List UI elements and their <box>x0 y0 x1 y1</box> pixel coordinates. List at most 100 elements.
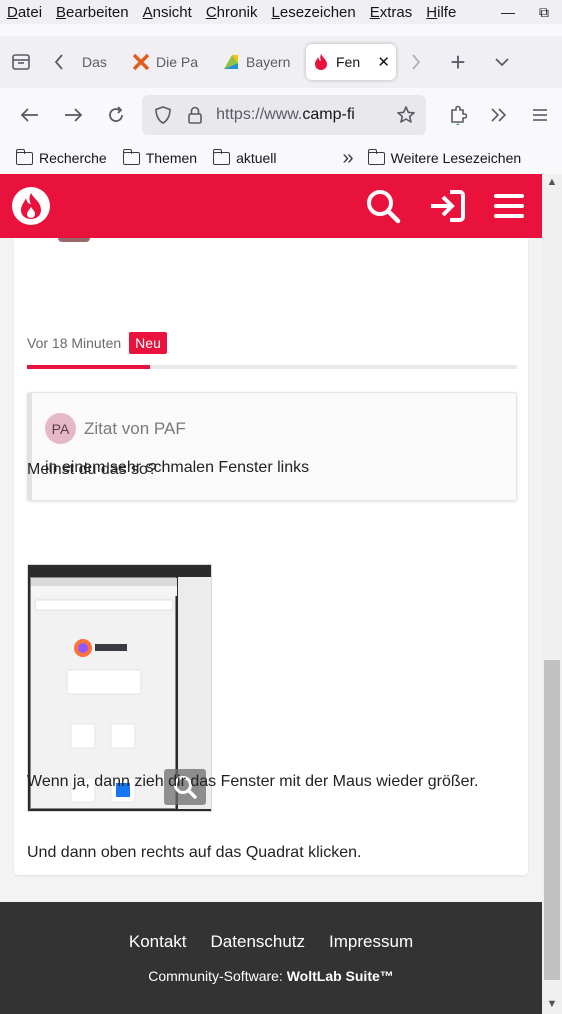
bookmark-label: Weitere Lesezeichen <box>390 150 522 166</box>
menu-bearbeiten[interactable]: Bearbeiten <box>49 4 129 21</box>
tab-bayern-title: Bayern <box>246 54 291 70</box>
post-paragraph: Wenn ja, dann zieh dir das Fenster mit d… <box>27 773 479 790</box>
list-all-tabs-button[interactable] <box>480 44 524 80</box>
folder-icon <box>122 148 140 165</box>
post-timestamp[interactable]: Vor 18 Minuten <box>27 335 121 351</box>
bayern-icon <box>222 53 240 71</box>
folder-icon <box>16 148 33 165</box>
url-bar[interactable]: https://www.camp-fi <box>142 95 409 135</box>
credit-prefix: Community-Software: <box>148 968 287 984</box>
scroll-up-arrow-icon[interactable]: ▲ <box>542 176 562 188</box>
post-card: Vor 18 Minuten Neu PA Zitat von PAF in e… <box>14 238 528 875</box>
site-search-button[interactable] <box>364 188 402 224</box>
bookmarks-toolbar: Recherche Themen aktuell » Weitere Lesez… <box>0 142 562 174</box>
footer-link-datenschutz[interactable]: Datenschutz <box>211 932 306 952</box>
back-button[interactable] <box>8 95 51 135</box>
new-tab-button[interactable]: + <box>436 44 480 80</box>
folder-icon <box>367 148 385 165</box>
menu-ansicht[interactable]: Ansicht <box>136 4 192 21</box>
overflow-toolbar-button[interactable] <box>479 95 518 135</box>
search-icon <box>367 190 401 224</box>
menu-lesezeichen[interactable]: Lesezeichen <box>265 4 356 21</box>
extensions-button[interactable] <box>436 95 479 135</box>
tab-bar: Das Die Pa Bayern Fen ✕ + <box>0 36 562 88</box>
footer-links: Kontakt Datenschutz Impressum <box>0 932 542 952</box>
chevron-down-icon <box>495 58 509 67</box>
site-menu-button[interactable] <box>490 188 528 224</box>
window-controls: — ⧉ <box>490 0 562 24</box>
minimize-button[interactable]: — <box>490 4 526 20</box>
app-menu-button[interactable] <box>519 95 562 135</box>
credit-brand-link[interactable]: WoltLab Suite™ <box>287 968 394 984</box>
double-chevron-icon <box>491 108 507 122</box>
tab-bayern[interactable]: Bayern <box>216 44 300 80</box>
page-viewport: Vor 18 Minuten Neu PA Zitat von PAF in e… <box>0 174 542 1014</box>
quote-avatar[interactable]: PA <box>45 413 76 444</box>
scroll-tabs-left-button[interactable] <box>42 44 76 80</box>
tab-das[interactable]: Das <box>76 44 126 80</box>
shield-icon[interactable] <box>152 105 174 125</box>
close-tab-icon[interactable]: ✕ <box>377 53 390 71</box>
url-text: https://www.camp-fi <box>216 106 355 123</box>
tab-fenster-active[interactable]: Fen ✕ <box>306 44 396 80</box>
reload-button[interactable] <box>95 95 138 135</box>
bookmark-label: Recherche <box>39 150 107 166</box>
quote-author[interactable]: Zitat von PAF <box>84 419 186 439</box>
bookmark-label: Themen <box>145 150 198 166</box>
bookmark-weitere-lesezeichen[interactable]: Weitere Lesezeichen <box>367 148 522 166</box>
site-header <box>0 174 542 238</box>
bookmark-themen[interactable]: Themen <box>122 148 198 166</box>
arrow-right-icon <box>65 108 83 122</box>
forward-button[interactable] <box>51 95 94 135</box>
navigation-bar: https://www.camp-fi <box>0 90 562 140</box>
read-progress-bar <box>27 365 517 369</box>
bookmark-star-button[interactable] <box>386 95 426 135</box>
menu-chronik[interactable]: Chronik <box>199 4 258 21</box>
plus-icon: + <box>450 46 466 77</box>
menu-hilfe[interactable]: Hilfe <box>419 4 456 21</box>
footer-link-impressum[interactable]: Impressum <box>329 932 413 952</box>
bookmarks-overflow-button[interactable]: » <box>343 147 354 170</box>
arrow-left-icon <box>20 108 38 122</box>
tab-die-pa[interactable]: Die Pa <box>126 44 216 80</box>
menu-bar: Datei Bearbeiten Ansicht Chronik Lesezei… <box>0 0 562 24</box>
tab-fenster-title: Fen <box>336 54 361 70</box>
restore-button[interactable]: ⧉ <box>526 4 562 21</box>
puzzle-icon <box>450 105 467 125</box>
chevron-left-icon <box>54 54 63 70</box>
footer-credit: Community-Software: WoltLab Suite™ <box>0 968 542 984</box>
sign-in-icon <box>431 190 465 222</box>
bookmark-label: aktuell <box>236 150 277 166</box>
page-scrollbar[interactable]: ▲ ▼ <box>542 174 562 1014</box>
flame-icon <box>312 53 330 71</box>
read-progress-fill <box>27 365 150 369</box>
tab-das-title: Das <box>82 54 107 70</box>
bookmark-aktuell[interactable]: aktuell <box>213 148 277 166</box>
hamburger-icon <box>533 109 548 121</box>
scroll-tabs-right-button[interactable] <box>396 44 436 80</box>
scrollbar-thumb[interactable] <box>544 660 560 980</box>
site-footer: Kontakt Datenschutz Impressum Community-… <box>0 902 542 1014</box>
post-meta: Vor 18 Minuten Neu <box>27 332 167 354</box>
site-logo[interactable] <box>12 187 50 225</box>
hamburger-icon <box>494 194 524 218</box>
post-paragraph: Meinst du das so? <box>27 461 157 478</box>
star-icon <box>397 106 415 123</box>
chevron-right-icon <box>412 54 421 70</box>
quote-header: PA Zitat von PAF <box>45 413 186 444</box>
bookmark-recherche[interactable]: Recherche <box>16 148 107 166</box>
footer-link-kontakt[interactable]: Kontakt <box>129 932 187 952</box>
tab-list-button[interactable] <box>0 44 42 80</box>
scroll-down-arrow-icon[interactable]: ▼ <box>542 998 562 1010</box>
x-logo-icon <box>132 53 150 71</box>
reload-icon <box>109 106 124 122</box>
site-login-button[interactable] <box>428 188 466 224</box>
menu-extras[interactable]: Extras <box>363 4 413 21</box>
quote-box: PA Zitat von PAF in einem sehr schmalen … <box>27 392 517 501</box>
new-badge: Neu <box>129 332 167 354</box>
flame-logo-icon <box>21 193 41 219</box>
avatar <box>58 238 90 242</box>
menu-datei[interactable]: Datei <box>0 4 42 21</box>
tray-icon <box>12 54 30 70</box>
lock-icon[interactable] <box>184 105 206 125</box>
